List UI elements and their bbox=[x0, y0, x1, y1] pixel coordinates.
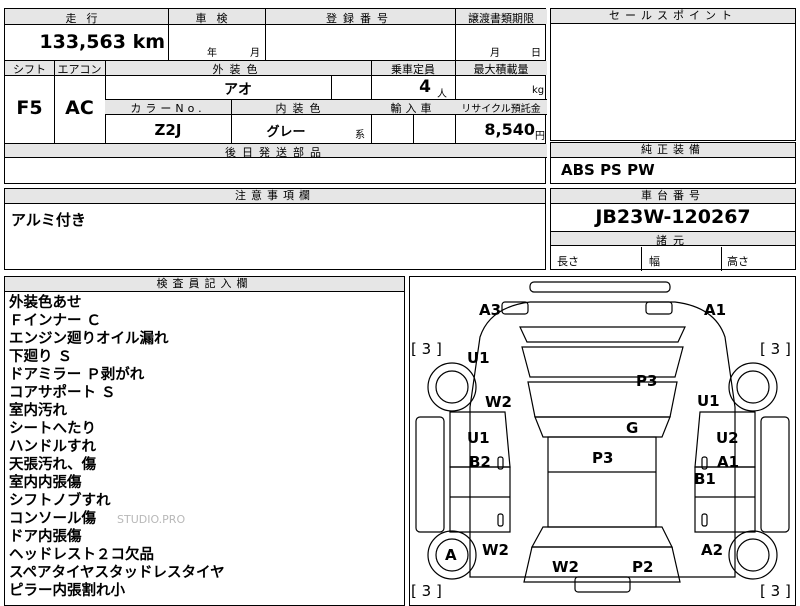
bracket-top-left: [ 3 ] bbox=[411, 340, 442, 358]
inspector-notes-header: 検査員記入欄 bbox=[5, 277, 404, 292]
note-line: ヘッドレスト２コ欠品 bbox=[9, 547, 154, 563]
transfer-header: 譲渡書類期限 bbox=[468, 12, 534, 25]
note-line: シートへたり bbox=[9, 421, 96, 437]
bracket-bottom-right: [ 3 ] bbox=[760, 582, 791, 600]
damage-label: A1 bbox=[717, 453, 740, 471]
note-line: ドアミラー Ｐ剥がれ bbox=[9, 367, 145, 383]
later-parts-header: 後日発送部品 bbox=[225, 146, 327, 159]
length-label: 長さ bbox=[557, 255, 579, 268]
note-line: ハンドルすれ bbox=[9, 439, 96, 455]
damage-label: A3 bbox=[479, 301, 502, 319]
width-label: 幅 bbox=[649, 255, 660, 268]
genuine-equipment-header: 純正装備 bbox=[551, 143, 795, 158]
damage-label: U1 bbox=[467, 429, 490, 447]
bracket-top-right: [ 3 ] bbox=[760, 340, 791, 358]
chassis-header: 車台番号 bbox=[551, 189, 795, 204]
capacity-unit: 人 bbox=[437, 89, 447, 100]
note-line: 室内内張傷 bbox=[9, 475, 82, 491]
damage-label: B2 bbox=[469, 453, 491, 471]
note-line: Ｆインナー Ｃ bbox=[9, 313, 102, 329]
interior-color-header: 内装色 bbox=[275, 102, 327, 115]
note-line: 外装色あせ bbox=[9, 295, 82, 311]
recycle-value: 8,540 bbox=[484, 120, 535, 139]
damage-label: G bbox=[626, 419, 639, 437]
note-line: ピラー内張割れ小 bbox=[9, 583, 125, 599]
damage-label: W2 bbox=[482, 541, 509, 559]
recycle-header: リサイクル預託金 bbox=[461, 104, 541, 115]
damage-label: W2 bbox=[485, 393, 512, 411]
max-load-unit: kg bbox=[532, 85, 545, 96]
caution-header: 注意事項欄 bbox=[5, 189, 545, 204]
sales-points-header: セールスポイント bbox=[551, 9, 795, 24]
max-load-header: 最大積載量 bbox=[473, 63, 529, 76]
note-line: コアサポート Ｓ bbox=[9, 385, 116, 401]
damage-label: P3 bbox=[592, 449, 614, 467]
damage-label: U2 bbox=[716, 429, 739, 447]
inspection-month-unit: 月 bbox=[250, 48, 260, 59]
caution-value: アルミ付き bbox=[11, 211, 86, 229]
transfer-month-unit: 月 bbox=[490, 48, 500, 59]
color-no-value: Z2J bbox=[154, 121, 182, 139]
recycle-unit: 円 bbox=[535, 131, 545, 142]
inspector-notes-list: 外装色あせ Ｆインナー Ｃ エンジン廻りオイル漏れ 下廻り Ｓ ドアミラー Ｐ剥… bbox=[9, 294, 225, 600]
damage-label: A2 bbox=[701, 541, 724, 559]
inspection-year-unit: 年 bbox=[207, 48, 217, 59]
genuine-equipment-box: 純正装備 ABS PS PW bbox=[550, 142, 796, 184]
mileage-header: 走行 bbox=[65, 12, 108, 25]
mileage-unit: km bbox=[132, 31, 165, 53]
interior-color-suffix: 系 bbox=[355, 130, 365, 141]
dims-header: 諸元 bbox=[656, 234, 690, 247]
damage-label: B1 bbox=[694, 470, 716, 488]
interior-color-value: グレー bbox=[266, 125, 306, 140]
note-line: ドア内張傷 bbox=[9, 529, 82, 545]
aircon-header: エアコン bbox=[57, 63, 102, 76]
note-line: シフトノブすれ bbox=[9, 493, 111, 509]
transfer-day-unit: 日 bbox=[531, 48, 541, 59]
sales-points-box: セールスポイント bbox=[550, 8, 796, 141]
bracket-bottom-left: [ 3 ] bbox=[411, 582, 442, 600]
inspection-header: 車検 bbox=[195, 12, 238, 25]
shift-header: シフト bbox=[13, 63, 46, 76]
caution-box: 注意事項欄 アルミ付き bbox=[4, 188, 546, 270]
inspector-notes-box: 検査員記入欄 外装色あせ Ｆインナー Ｃ エンジン廻りオイル漏れ 下廻り Ｓ ド… bbox=[4, 276, 405, 606]
note-line: エンジン廻りオイル漏れ bbox=[9, 331, 169, 347]
damage-label: A1 bbox=[704, 301, 727, 319]
damage-label: A bbox=[445, 546, 457, 564]
note-line: 天張汚れ、傷 bbox=[9, 457, 97, 473]
damage-label: U1 bbox=[697, 392, 720, 410]
height-label: 高さ bbox=[727, 255, 749, 268]
main-form: 走行 車検 登録番号 譲渡書類期限 133,563 km 年 月 月 日 シフト… bbox=[4, 8, 547, 184]
aircon-value: AC bbox=[65, 97, 94, 119]
chassis-box: 車台番号 JB23W-120267 諸元 長さ 幅 高さ bbox=[550, 188, 796, 271]
registration-header: 登録番号 bbox=[326, 12, 394, 25]
note-line: スペアタイヤスタッドレスタイヤ bbox=[9, 565, 225, 581]
chassis-value: JB23W-120267 bbox=[595, 206, 751, 228]
color-no-header: カラーNo. bbox=[130, 102, 206, 115]
genuine-equipment-value: ABS PS PW bbox=[561, 161, 655, 179]
mileage-value: 133,563 km bbox=[39, 31, 165, 53]
capacity-header: 乗車定員 bbox=[391, 63, 435, 76]
capacity-value: 4 bbox=[419, 77, 431, 97]
car-diagram-box: [ 3 ] [ 3 ] [ 3 ] [ 3 ] A3 A1 U1 P3 W2 U… bbox=[409, 276, 796, 606]
watermark: STUDIO.PRO bbox=[117, 513, 186, 526]
damage-label: P2 bbox=[632, 558, 654, 576]
note-line: 下廻り Ｓ bbox=[9, 349, 73, 365]
damage-label: P3 bbox=[636, 372, 658, 390]
shift-value: F5 bbox=[16, 97, 43, 119]
damage-label: W2 bbox=[552, 558, 579, 576]
note-line: 室内汚れ bbox=[9, 403, 67, 419]
damage-label: U1 bbox=[467, 349, 490, 367]
